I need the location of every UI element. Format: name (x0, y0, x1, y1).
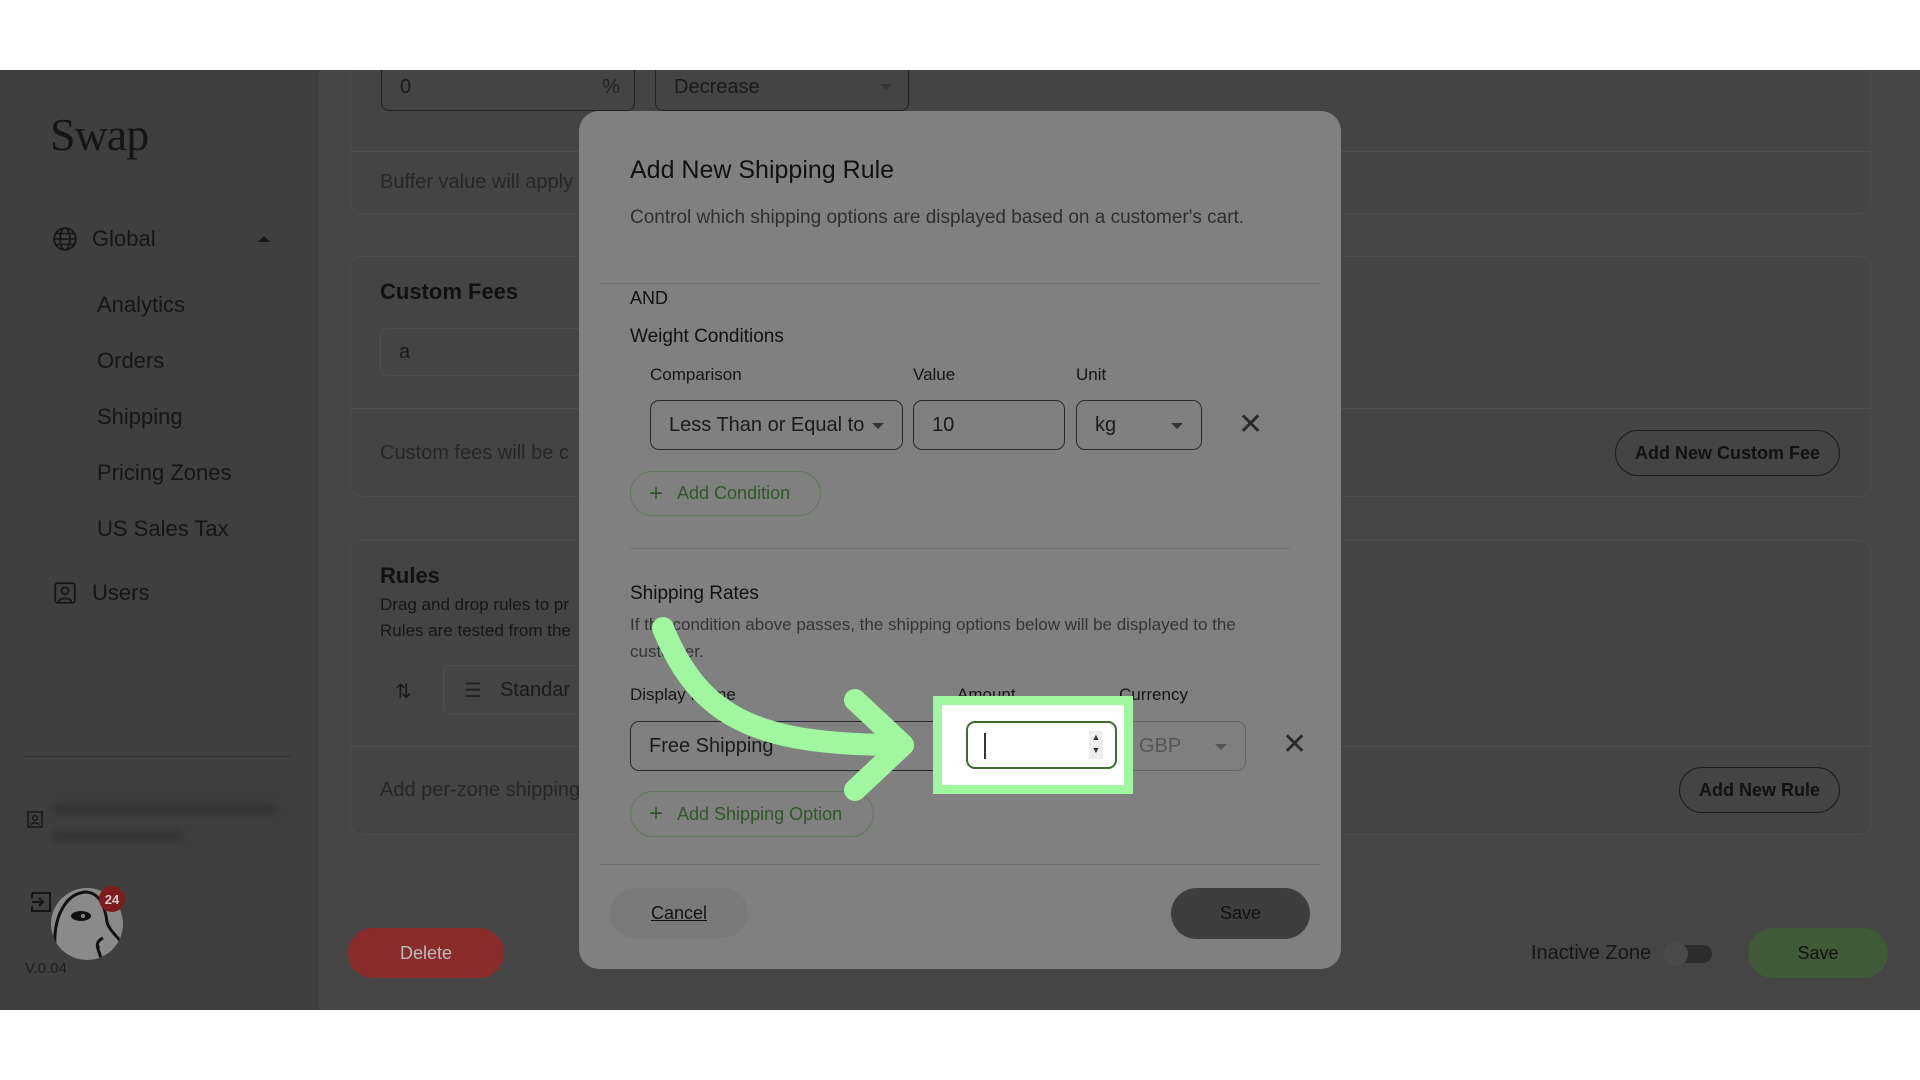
unit-label: Unit (1076, 365, 1107, 384)
remove-condition-icon[interactable]: ✕ (1238, 407, 1263, 442)
highlight-box: ▲ ▼ (933, 696, 1133, 794)
add-condition-button[interactable]: + Add Condition (630, 471, 821, 516)
logout-icon[interactable] (29, 890, 53, 914)
add-shipping-option-button[interactable]: + Add Shipping Option (630, 791, 874, 837)
rule-condition-icon: ☰ (464, 679, 482, 702)
toggle-knob (1664, 942, 1688, 966)
rules-description: Rules are tested from the (380, 621, 571, 640)
sidebar-item-pricing-zones[interactable]: Pricing Zones (97, 460, 232, 486)
rules-description: Drag and drop rules to pr (380, 595, 569, 614)
blurred-email (52, 803, 277, 815)
sidebar: Swap Global Analytics Orders Shipping Pr… (0, 70, 318, 1010)
cancel-button[interactable]: Cancel (610, 888, 748, 938)
buffer-direction-value: Decrease (674, 75, 760, 98)
sidebar-item-label: Users (92, 580, 150, 605)
globe-icon (53, 227, 77, 251)
version-label: V.0.04 (25, 960, 67, 977)
shipping-rates-description: If the condition above passes, the shipp… (630, 615, 1236, 661)
modal-description: Control which shipping options are displ… (630, 207, 1245, 228)
modal-divider (630, 548, 1290, 549)
comparison-select[interactable]: Less Than or Equal to (650, 400, 903, 450)
modal-divider (599, 864, 1321, 865)
caret-down-icon (880, 84, 892, 90)
add-custom-fee-button[interactable]: Add New Custom Fee (1615, 430, 1840, 476)
user-icon (54, 582, 76, 604)
rule-name: Standar (499, 678, 570, 701)
rules-title: Rules (380, 563, 440, 588)
text-cursor (984, 733, 986, 759)
rules-note: Add per-zone shipping (380, 779, 581, 801)
sidebar-item-us-sales-tax[interactable]: US Sales Tax (97, 516, 229, 542)
add-shipping-option-label: Add Shipping Option (677, 803, 843, 824)
value-label: Value (913, 365, 956, 384)
amount-input[interactable]: ▲ ▼ (966, 721, 1117, 769)
plus-icon: + (649, 479, 664, 507)
custom-fees-note: Custom fees will be c (380, 442, 569, 464)
remove-shipping-option-icon[interactable]: ✕ (1282, 727, 1307, 762)
and-label: AND (630, 288, 669, 308)
save-zone-button[interactable]: Save (1748, 928, 1888, 978)
currency-select[interactable]: GBP (1120, 721, 1246, 771)
blurred-email (52, 830, 184, 842)
sidebar-item-orders[interactable]: Orders (97, 348, 164, 374)
sidebar-item-users[interactable]: Users (52, 580, 149, 606)
add-new-rule-button[interactable]: Add New Rule (1679, 767, 1840, 813)
sidebar-group-global[interactable]: Global (52, 226, 270, 252)
add-shipping-rule-modal: Add New Shipping Rule Control which ship… (579, 111, 1341, 969)
currency-value: GBP (1139, 734, 1182, 757)
caret-down-icon (1171, 423, 1183, 429)
reorder-icon[interactable]: ⇅ (395, 679, 412, 704)
shipping-rates-title: Shipping Rates (630, 583, 759, 604)
unit-select[interactable]: kg (1076, 400, 1202, 450)
custom-fee-value: a (399, 340, 411, 363)
comparison-value: Less Than or Equal to (669, 413, 865, 436)
number-spinner[interactable]: ▲ ▼ (1089, 731, 1103, 759)
buffer-value: 0 (400, 75, 412, 98)
modal-save-button[interactable]: Save (1171, 888, 1310, 939)
weight-value: 10 (932, 413, 955, 436)
weight-value-input[interactable]: 10 (913, 400, 1065, 450)
sidebar-item-shipping[interactable]: Shipping (97, 404, 183, 430)
percent-unit: % (602, 75, 620, 98)
sidebar-divider (25, 756, 291, 757)
unit-value: kg (1095, 413, 1117, 436)
buffer-direction-select[interactable]: Decrease (655, 70, 909, 111)
modal-title: Add New Shipping Rule (630, 156, 895, 184)
display-name-value: Free Shipping (649, 734, 774, 757)
weight-conditions-title: Weight Conditions (630, 326, 784, 347)
caret-down-icon (1215, 744, 1227, 750)
custom-fees-title: Custom Fees (380, 279, 519, 304)
caret-down-icon (872, 423, 884, 429)
inactive-zone-toggle[interactable] (1664, 942, 1712, 966)
chevron-up-icon (258, 236, 270, 242)
inactive-zone-label: Inactive Zone (1531, 942, 1652, 964)
logo: Swap (50, 109, 149, 160)
display-name-input[interactable]: Free Shipping (630, 721, 946, 771)
comparison-label: Comparison (650, 365, 742, 384)
sidebar-item-analytics[interactable]: Analytics (97, 292, 185, 318)
plus-icon: + (649, 800, 664, 827)
display-name-label: Display Name (630, 685, 736, 704)
account-icon (27, 811, 43, 828)
add-condition-label: Add Condition (677, 483, 791, 503)
buffer-value-input[interactable]: 0% (381, 70, 635, 111)
sidebar-group-label: Global (92, 226, 156, 251)
delete-button[interactable]: Delete (348, 928, 504, 978)
buffer-note: Buffer value will apply (380, 171, 574, 193)
modal-divider (599, 283, 1321, 284)
notification-badge: 24 (99, 886, 125, 912)
